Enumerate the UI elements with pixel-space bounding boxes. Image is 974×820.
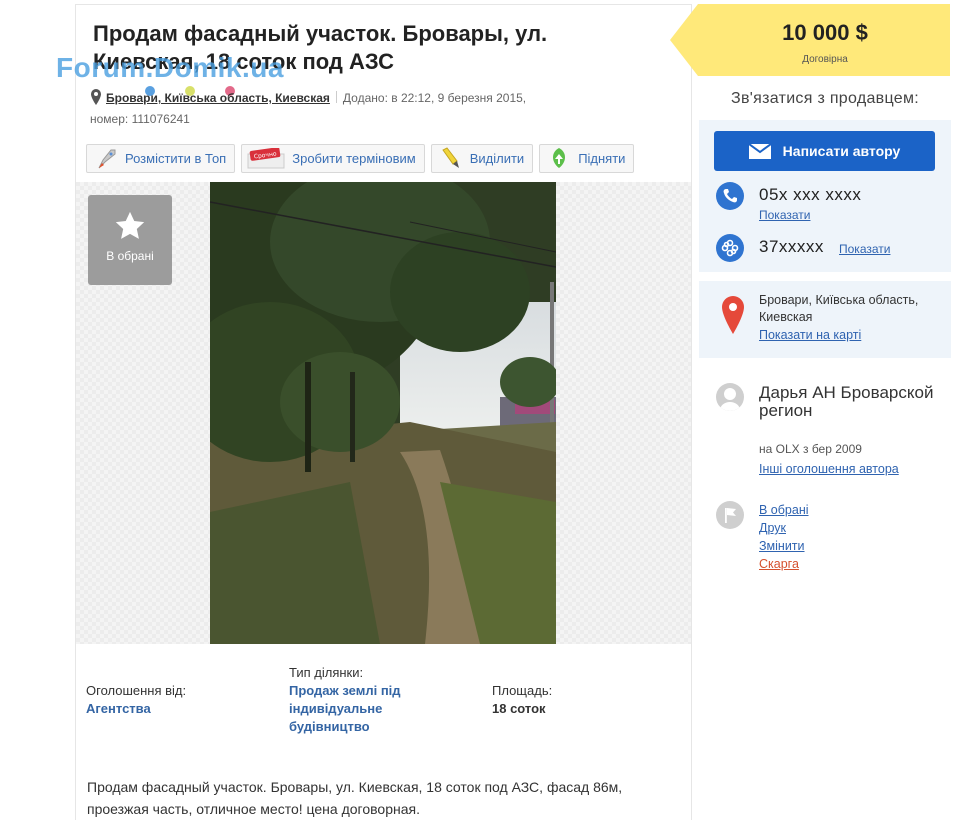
promote-top-button[interactable]: Розмістити в Топ [86,144,236,173]
favorites-link[interactable]: В обрані [759,501,809,519]
skype-icon [716,234,744,262]
show-phone-link[interactable]: Показати [759,208,810,222]
user-avatar-icon [716,383,744,411]
location-pin-icon [91,89,101,105]
up-arrow-leaf-icon [544,145,574,173]
urgent-stamp-icon: Срочно [246,145,288,173]
phone-number: 05x xxx xxxx [759,185,862,204]
bump-up-button[interactable]: Підняти [539,144,635,173]
promo-actions: Розмістити в Топ Срочно Зробити термінов… [86,144,635,173]
highlight-button[interactable]: Виділити [430,144,534,173]
watermark: Forum.Domik.ua [56,52,284,83]
phone-icon [716,182,744,210]
star-icon [115,211,145,239]
envelope-icon [748,143,771,159]
seller-location: Бровари, Київська область, Киевская Пока… [759,292,944,344]
edit-link[interactable]: Змінити [759,537,809,555]
ad-photo[interactable] [210,182,556,644]
location-link[interactable]: Бровари, Київська область, Киевская [106,91,330,105]
marker-icon [436,145,466,173]
ad-description: Продам фасадный участок. Бровары, ул. Ки… [87,779,623,817]
param-area: Площадь: 18 соток [492,683,553,716]
seller-name: Дарья АН Броварской регион [759,383,934,420]
skype-number: 37xxxxx [759,237,824,256]
param-seller-type: Оголошення від: Агентства [86,683,187,718]
price-negotiable: Договірна [802,54,848,65]
param-seller-type-value[interactable]: Агентства [86,700,186,718]
param-plot-type-value[interactable]: Продаж землі під індивідуальне будівницт… [289,682,429,736]
rocket-icon [91,145,121,173]
ad-number: номер: 111076241 [90,112,190,126]
param-plot-type: Тип ділянки: Продаж землі під індивідуал… [289,664,429,736]
other-ads-link[interactable]: Інші оголошення автора [759,462,899,476]
ad-meta: Бровари, Київська область, Киевская Додан… [90,88,610,130]
make-urgent-button[interactable]: Срочно Зробити терміновим [241,144,425,173]
show-skype-link[interactable]: Показати [839,242,890,256]
flag-icon [716,501,744,529]
write-author-button[interactable]: Написати автору [714,131,935,171]
contact-heading: Зв'язатися з продавцем: [731,90,919,107]
show-on-map-link[interactable]: Показати на карті [759,327,944,344]
added-date: Додано: в 22:12, 9 березня 2015, [342,91,527,105]
print-link[interactable]: Друк [759,519,809,537]
ad-side-links: В обрані Друк Змінити Скарга [759,501,809,573]
add-to-favorites-button[interactable]: В обрані [88,195,172,285]
complaint-link[interactable]: Скарга [759,555,809,573]
map-pin-icon [722,296,744,334]
price: 10 000 $ [782,20,868,45]
seller-since: на OLX з бер 2009 [759,442,862,456]
